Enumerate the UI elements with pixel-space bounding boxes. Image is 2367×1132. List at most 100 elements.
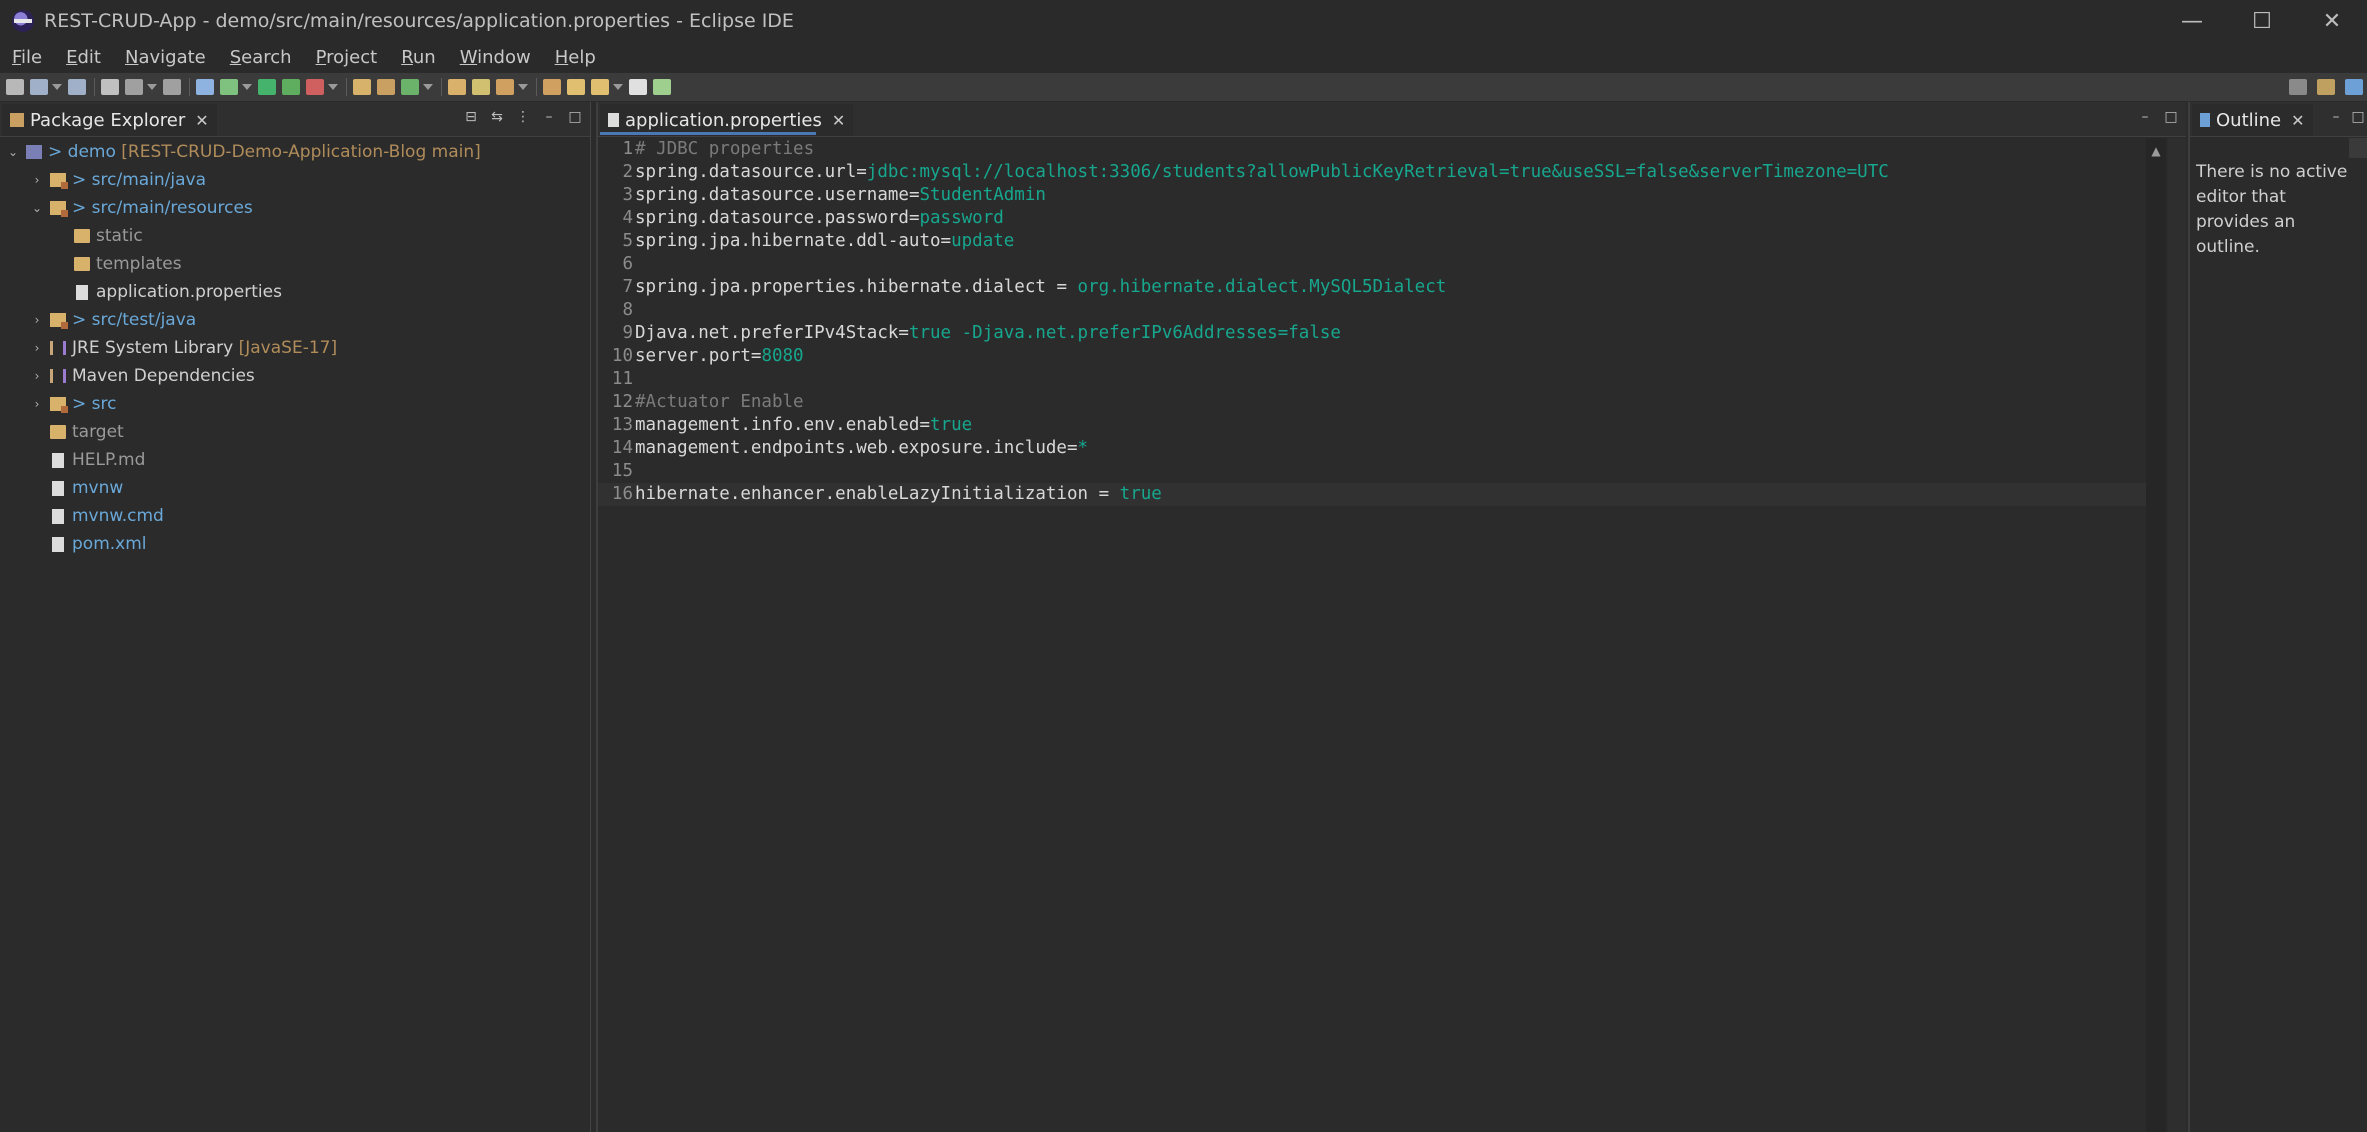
prev-annotation-icon[interactable] xyxy=(543,79,561,95)
tree-item[interactable]: ⌄ > src/main/resources xyxy=(0,194,590,222)
maximize-view-icon[interactable]: □ xyxy=(2164,110,2178,124)
code-line[interactable]: 13 management.info.env.enabled=true xyxy=(598,414,2146,437)
last-edit-icon[interactable] xyxy=(567,79,585,95)
expanded-arrow-icon[interactable]: ⌄ xyxy=(30,201,44,215)
save-icon[interactable] xyxy=(30,79,48,95)
menu-help[interactable]: Help xyxy=(543,47,608,68)
save-all-icon[interactable] xyxy=(68,79,86,95)
tree-item[interactable]: pom.xml xyxy=(0,530,590,558)
menu-search[interactable]: Search xyxy=(218,47,304,68)
collapsed-arrow-icon[interactable]: › xyxy=(30,313,44,327)
coverage-icon[interactable] xyxy=(282,79,300,95)
tree-item[interactable]: mvnw.cmd xyxy=(0,502,590,530)
next-annotation-icon[interactable] xyxy=(496,79,514,95)
collapse-all-icon[interactable]: ⊟ xyxy=(464,110,478,124)
new-package-icon[interactable] xyxy=(377,79,395,95)
collapsed-arrow-icon[interactable]: › xyxy=(30,173,44,187)
debug-icon[interactable] xyxy=(220,79,238,95)
open-perspective-icon[interactable] xyxy=(2317,79,2335,95)
dropdown-arrow-icon[interactable] xyxy=(242,84,252,90)
code-line[interactable]: 7 spring.jpa.properties.hibernate.dialect… xyxy=(598,276,2146,299)
collapsed-arrow-icon[interactable]: › xyxy=(30,369,44,383)
vertical-scrollbar[interactable]: ▲ xyxy=(2146,138,2166,1132)
outline-tab[interactable]: Outline ✕ xyxy=(2192,104,2313,136)
dropdown-arrow-icon[interactable] xyxy=(613,84,623,90)
dropdown-arrow-icon[interactable] xyxy=(147,84,157,90)
terminal-icon[interactable] xyxy=(101,79,119,95)
forward-icon[interactable] xyxy=(629,79,647,95)
code-line[interactable]: 6 xyxy=(598,253,2146,276)
code-line[interactable]: 2 spring.datasource.url=jdbc:mysql://loca… xyxy=(598,161,2146,184)
maximize-view-icon[interactable]: □ xyxy=(2351,110,2365,124)
show-whitespace-icon[interactable] xyxy=(163,79,181,95)
menu-edit[interactable]: Edit xyxy=(54,47,113,68)
external-tools-icon[interactable] xyxy=(306,79,324,95)
expanded-arrow-icon[interactable]: ⌄ xyxy=(6,145,20,159)
minimize-view-icon[interactable]: – xyxy=(2329,110,2343,124)
menu-window[interactable]: Window xyxy=(448,47,543,68)
toggle-block-icon[interactable] xyxy=(125,79,143,95)
dropdown-arrow-icon[interactable] xyxy=(52,84,62,90)
package-explorer-tab[interactable]: Package Explorer ✕ xyxy=(2,104,217,136)
overview-ruler[interactable] xyxy=(2168,138,2186,1132)
menu-run[interactable]: Run xyxy=(389,47,448,68)
tree-item[interactable]: › > src xyxy=(0,390,590,418)
new-java-project-icon[interactable] xyxy=(353,79,371,95)
collapsed-arrow-icon[interactable]: › xyxy=(30,341,44,355)
code-line[interactable]: 14 management.endpoints.web.exposure.incl… xyxy=(598,437,2146,460)
code-line[interactable]: 10 server.port=8080 xyxy=(598,345,2146,368)
dropdown-arrow-icon[interactable] xyxy=(518,84,528,90)
tree-item[interactable]: target xyxy=(0,418,590,446)
close-button[interactable]: ✕ xyxy=(2297,0,2367,42)
tree-item[interactable]: static xyxy=(0,222,590,250)
tree-item[interactable]: › JRE System Library [JavaSE-17] xyxy=(0,334,590,362)
code-line[interactable]: 16 hibernate.enhancer.enableLazyInitializ… xyxy=(598,483,2146,506)
code-line[interactable]: 4 spring.datasource.password=password xyxy=(598,207,2146,230)
close-icon[interactable]: ✕ xyxy=(195,111,208,130)
close-icon[interactable]: ✕ xyxy=(2291,111,2304,130)
code-line[interactable]: 9 Djava.net.preferIPv4Stack=true -Djava.n… xyxy=(598,322,2146,345)
tree-item[interactable]: › > src/main/java xyxy=(0,166,590,194)
link-with-editor-icon[interactable]: ⇆ xyxy=(490,110,504,124)
tree-item[interactable]: › Maven Dependencies xyxy=(0,362,590,390)
minimize-view-icon[interactable]: – xyxy=(2138,110,2152,124)
minimize-view-icon[interactable]: – xyxy=(542,110,556,124)
code-line[interactable]: 3 spring.datasource.username=StudentAdmin xyxy=(598,184,2146,207)
tree-item[interactable]: mvnw xyxy=(0,474,590,502)
code-line[interactable]: 5 spring.jpa.hibernate.ddl-auto=update xyxy=(598,230,2146,253)
code-line[interactable]: 8 xyxy=(598,299,2146,322)
skip-breakpoints-icon[interactable] xyxy=(196,79,214,95)
search-icon[interactable] xyxy=(2289,79,2307,95)
outline-scrollbar[interactable] xyxy=(2349,138,2367,158)
collapsed-arrow-icon[interactable]: › xyxy=(30,397,44,411)
java-perspective-icon[interactable] xyxy=(2345,79,2363,95)
new-class-icon[interactable] xyxy=(401,79,419,95)
code-line[interactable]: 12 #Actuator Enable xyxy=(598,391,2146,414)
view-menu-icon[interactable]: ⋮ xyxy=(516,110,530,124)
maximize-view-icon[interactable]: □ xyxy=(568,110,582,124)
menu-project[interactable]: Project xyxy=(304,47,390,68)
code-line[interactable]: 1 # JDBC properties xyxy=(598,138,2146,161)
scroll-up-icon[interactable]: ▲ xyxy=(2146,144,2166,158)
open-type-icon[interactable] xyxy=(448,79,466,95)
new-icon[interactable] xyxy=(6,79,24,95)
search-task-icon[interactable] xyxy=(472,79,490,95)
run-icon[interactable] xyxy=(258,79,276,95)
maximize-button[interactable]: ☐ xyxy=(2227,0,2297,42)
back-icon[interactable] xyxy=(591,79,609,95)
code-line[interactable]: 15 xyxy=(598,460,2146,483)
dropdown-arrow-icon[interactable] xyxy=(423,84,433,90)
menu-navigate[interactable]: Navigate xyxy=(113,47,218,68)
tree-item[interactable]: HELP.md xyxy=(0,446,590,474)
code-line[interactable]: 11 xyxy=(598,368,2146,391)
close-icon[interactable]: ✕ xyxy=(832,111,845,130)
code-editor[interactable]: 1 # JDBC properties 2 spring.datasource.url… xyxy=(598,138,2146,506)
pin-editor-icon[interactable] xyxy=(653,79,671,95)
dropdown-arrow-icon[interactable] xyxy=(328,84,338,90)
menu-file[interactable]: File xyxy=(0,47,54,68)
tree-item[interactable]: › > src/test/java xyxy=(0,306,590,334)
tree-item[interactable]: templates xyxy=(0,250,590,278)
minimize-button[interactable]: — xyxy=(2157,0,2227,42)
tree-item[interactable]: application.properties xyxy=(0,278,590,306)
tree-item[interactable]: ⌄ > demo [REST-CRUD-Demo-Application-Blog… xyxy=(0,138,590,166)
